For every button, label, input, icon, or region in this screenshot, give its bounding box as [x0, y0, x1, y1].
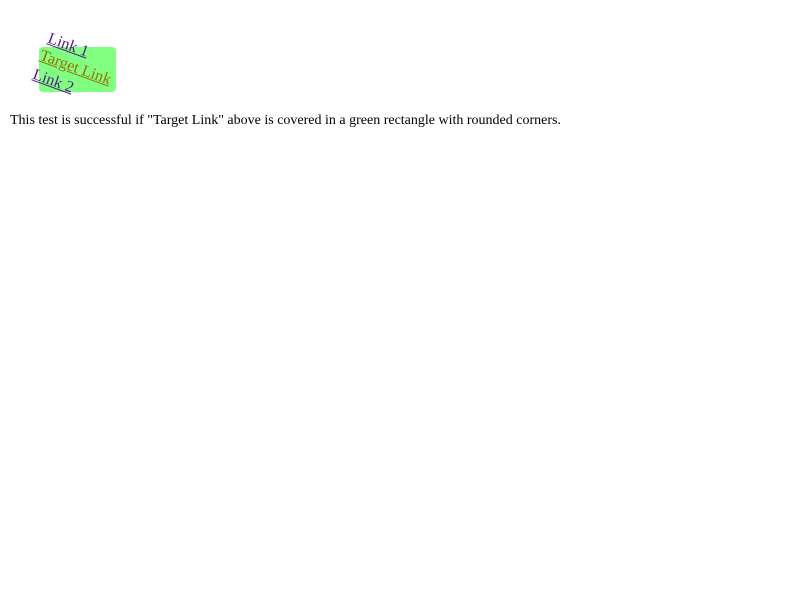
rotated-links-area: Link 1 Target Link Link 2 [0, 0, 140, 100]
test-instructions-text: This test is successful if "Target Link"… [10, 113, 561, 128]
